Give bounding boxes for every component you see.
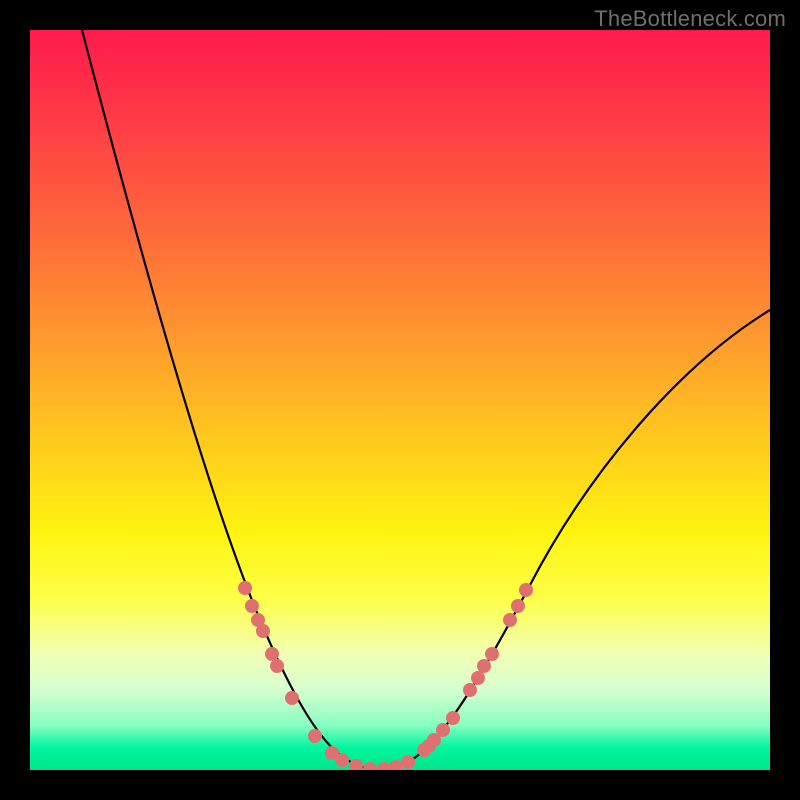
curve-marker	[463, 683, 477, 697]
curve-marker	[335, 753, 349, 767]
curve-marker	[477, 659, 491, 673]
curve-marker	[363, 762, 377, 770]
curve-marker	[471, 671, 485, 685]
curve-marker	[270, 659, 284, 673]
curve-marker	[349, 759, 363, 770]
marker-group	[238, 581, 533, 770]
curve-marker	[436, 723, 450, 737]
watermark-text: TheBottleneck.com	[594, 6, 786, 32]
curve-marker	[256, 624, 270, 638]
curve-marker	[265, 647, 279, 661]
curve-svg	[30, 30, 770, 770]
curve-marker	[511, 599, 525, 613]
curve-marker	[446, 711, 460, 725]
curve-marker	[377, 762, 391, 770]
bottleneck-curve	[82, 30, 770, 770]
curve-marker	[238, 581, 252, 595]
curve-marker	[308, 729, 322, 743]
curve-marker	[503, 613, 517, 627]
outer-frame: TheBottleneck.com	[0, 0, 800, 800]
plot-area	[30, 30, 770, 770]
curve-marker	[389, 760, 403, 770]
curve-marker	[401, 755, 415, 769]
curve-marker	[245, 599, 259, 613]
curve-marker	[285, 691, 299, 705]
curve-marker	[485, 647, 499, 661]
curve-marker	[519, 583, 533, 597]
